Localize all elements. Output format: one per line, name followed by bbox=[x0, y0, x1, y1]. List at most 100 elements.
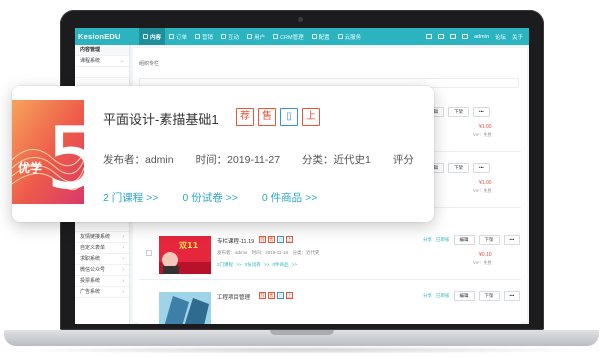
sidebar-item-forms[interactable]: 自定义表单 › bbox=[75, 243, 129, 254]
offline-button[interactable]: 下架 bbox=[448, 107, 469, 117]
more-button[interactable]: ••• bbox=[473, 107, 490, 117]
chevron-right-icon: › bbox=[122, 245, 124, 251]
courses-link[interactable]: 2 门课程 >> bbox=[103, 190, 158, 205]
sidebar-item[interactable] bbox=[75, 67, 129, 78]
sidebar-item-jobs[interactable]: 求职系统 › bbox=[75, 254, 129, 265]
link-about[interactable]: 关于 bbox=[512, 33, 523, 41]
nav-item-orders[interactable]: 订单 bbox=[165, 28, 191, 45]
gear-icon bbox=[311, 34, 317, 39]
breadcrumb: 组织专栏 bbox=[139, 61, 160, 67]
price: ¥1.00 bbox=[479, 124, 492, 130]
cloud-icon bbox=[337, 34, 343, 39]
course-title[interactable]: 专栏课程-11.19 bbox=[217, 237, 254, 245]
tag-icon bbox=[195, 34, 201, 39]
nav-item-content[interactable]: 内容 bbox=[139, 28, 166, 45]
course-links[interactable]: 2门课程 >> 0份试卷 >> 0件商品 >> bbox=[217, 262, 297, 268]
chevron-right-icon: › bbox=[122, 256, 124, 262]
course-title[interactable]: 平面设计-素描基础1 bbox=[103, 109, 219, 128]
laptop-shadow bbox=[10, 346, 593, 354]
more-button[interactable]: ••• bbox=[473, 163, 490, 173]
webcam-icon bbox=[298, 17, 303, 22]
sidebar-header: 内容管理 bbox=[75, 45, 129, 56]
badge-online: 上 bbox=[286, 292, 293, 299]
offline-button[interactable]: 下架 bbox=[448, 163, 469, 173]
row-actions: 分享 已审核 编辑 下架 ••• bbox=[423, 235, 521, 245]
top-navbar: KesionEDU 内容 订单 营销 互动 用户 CRM管理 配置 云服务 ad… bbox=[75, 28, 529, 45]
more-button[interactable]: ••• bbox=[503, 291, 521, 301]
svg-text:5: 5 bbox=[46, 109, 84, 204]
sidebar-item-ads[interactable]: 广告系统 › bbox=[75, 287, 129, 298]
nav-item-interaction[interactable]: 互动 bbox=[217, 28, 243, 45]
price: ¥1.00 bbox=[479, 180, 492, 186]
svg-text:双11: 双11 bbox=[179, 241, 199, 250]
user-menu[interactable]: admin bbox=[474, 34, 489, 40]
laptop-notch bbox=[270, 330, 334, 335]
offline-button[interactable]: 下架 bbox=[478, 235, 500, 245]
monitor-icon[interactable] bbox=[425, 34, 432, 39]
course-thumbnail[interactable]: 双11 bbox=[159, 236, 211, 274]
course-badges: 荐 售 ▯ 上 bbox=[236, 108, 320, 126]
goods-link[interactable]: 0 件商品 >> bbox=[262, 190, 317, 205]
people-icon bbox=[273, 34, 279, 39]
cover-graphic: 5 优学 bbox=[12, 100, 84, 204]
sidebar-item-course-system[interactable]: 课程系统 ⌄ bbox=[75, 56, 129, 67]
promo-banner-image: 双11 bbox=[159, 236, 211, 274]
share-link[interactable]: 分享 bbox=[423, 235, 432, 245]
nav-item-users[interactable]: 用户 bbox=[243, 28, 269, 45]
course-badges: 荐 售 ▯ 上 bbox=[259, 292, 293, 299]
building-image bbox=[159, 292, 211, 324]
order-icon bbox=[169, 34, 175, 39]
chevron-right-icon: › bbox=[122, 278, 124, 284]
sidebar-item-wechat[interactable]: 微信公众号 › bbox=[75, 265, 129, 276]
publish-time: 时间：2019-11-27 bbox=[195, 154, 281, 166]
sidebar-item[interactable] bbox=[75, 221, 129, 232]
course-links: 2 门课程 >> 0 份试卷 >> 0 件商品 >> bbox=[103, 190, 317, 205]
nav-item-config[interactable]: 配置 bbox=[308, 28, 334, 45]
sidebar-item-vote[interactable]: 投票系统 › bbox=[75, 276, 129, 287]
vip-price: VIP：免费 bbox=[473, 132, 492, 137]
brand-logo[interactable]: KesionEDU bbox=[78, 32, 121, 41]
course-thumbnail[interactable] bbox=[159, 292, 211, 324]
link-forum[interactable]: 论坛 bbox=[495, 33, 506, 41]
row-checkbox[interactable] bbox=[146, 250, 152, 256]
mobile-icon: ▯ bbox=[277, 292, 284, 299]
chat-icon bbox=[221, 34, 227, 39]
tablet-icon[interactable] bbox=[437, 34, 444, 39]
mobile-icon: ▯ bbox=[280, 108, 298, 126]
user-icon bbox=[247, 34, 253, 39]
course-cover-image[interactable]: 5 优学 bbox=[12, 100, 84, 204]
share-link[interactable]: 分享 bbox=[423, 291, 432, 301]
course-meta: 发布者：admin 时间：2019-11-18 分类：近代史 bbox=[217, 250, 320, 255]
course-title[interactable]: 工程项目管理 bbox=[217, 293, 250, 301]
nav-item-crm[interactable]: CRM管理 bbox=[269, 28, 308, 45]
badge-sale: 售 bbox=[268, 292, 275, 299]
chevron-right-icon: › bbox=[122, 234, 124, 240]
price: ¥0.10 bbox=[479, 252, 492, 258]
sidebar-item-links[interactable]: 友情链接系统 › bbox=[75, 232, 129, 243]
chevron-right-icon: › bbox=[122, 289, 124, 295]
table-row: 双11 专栏课程-11.19 荐 售 ▯ 上 发布者：admin 时间：2019… bbox=[139, 230, 521, 280]
nav-item-marketing[interactable]: 营销 bbox=[191, 28, 217, 45]
badge-online: 上 bbox=[286, 236, 293, 243]
mobile-icon: ▯ bbox=[277, 236, 284, 243]
chevron-right-icon: › bbox=[122, 267, 124, 273]
more-button[interactable]: ••• bbox=[503, 235, 521, 245]
edit-button[interactable]: 编辑 bbox=[453, 291, 475, 301]
settings-icon[interactable] bbox=[461, 34, 468, 39]
zoomed-course-card: 5 优学 平面设计-素描基础1 荐 售 ▯ 上 发布者：admin 时间：201… bbox=[12, 86, 434, 222]
table-row: 工程项目管理 荐 售 ▯ 上 分享 已审核 编辑 下架 ••• bbox=[139, 286, 521, 324]
chevron-down-icon: ⌄ bbox=[119, 58, 124, 64]
audited-link[interactable]: 已审核 bbox=[436, 291, 450, 301]
edit-button[interactable]: 编辑 bbox=[453, 235, 475, 245]
badge-recommend: 荐 bbox=[236, 108, 254, 126]
mobile-icon[interactable] bbox=[449, 34, 456, 39]
vip-price: VIP：免费 bbox=[473, 188, 492, 193]
audited-link[interactable]: 已审核 bbox=[436, 235, 450, 245]
badge-online: 上 bbox=[302, 108, 320, 126]
offline-button[interactable]: 下架 bbox=[478, 291, 500, 301]
exams-link[interactable]: 0 份试卷 >> bbox=[182, 190, 237, 205]
course-meta: 发布者：admin 时间：2019-11-27 分类：近代史1 评分 bbox=[103, 152, 434, 167]
main-nav: 内容 订单 营销 互动 用户 CRM管理 配置 云服务 bbox=[139, 28, 365, 45]
nav-item-cloud[interactable]: 云服务 bbox=[334, 28, 366, 45]
svg-text:优学: 优学 bbox=[18, 160, 42, 175]
